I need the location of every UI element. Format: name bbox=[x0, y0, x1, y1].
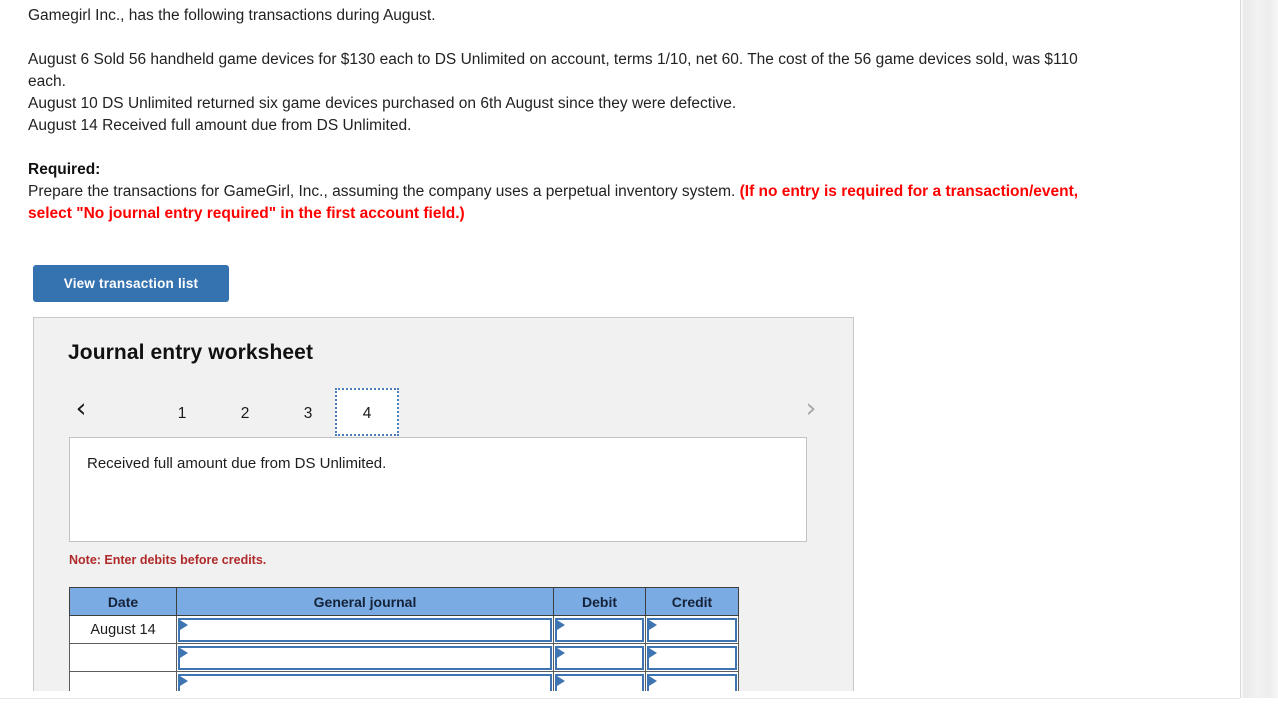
view-transaction-list-button[interactable]: View transaction list bbox=[33, 265, 229, 302]
required-paragraph: Prepare the transactions for GameGirl, I… bbox=[28, 181, 1098, 225]
worksheet-tab-1[interactable]: 1 bbox=[150, 388, 214, 436]
dropdown-marker-icon bbox=[649, 647, 657, 658]
worksheet-pager: ‹ 1 2 3 4 › bbox=[68, 386, 828, 436]
debit-input[interactable] bbox=[555, 645, 644, 670]
chevron-left-icon[interactable]: ‹ bbox=[68, 390, 94, 430]
credit-cell[interactable] bbox=[645, 643, 739, 672]
table-header: Date General journal Debit Credit bbox=[69, 587, 739, 616]
general-journal-input[interactable] bbox=[178, 645, 552, 670]
general-journal-input[interactable] bbox=[178, 617, 552, 642]
date-cell[interactable] bbox=[69, 671, 177, 691]
date-cell[interactable]: August 14 bbox=[69, 615, 177, 644]
debit-input[interactable] bbox=[555, 617, 644, 642]
transaction-line-3: August 14 Received full amount due from … bbox=[28, 117, 412, 134]
table-row bbox=[69, 671, 739, 691]
table-body: August 14 bbox=[69, 615, 739, 691]
dropdown-marker-icon bbox=[180, 619, 188, 630]
journal-entry-table: Date General journal Debit Credit August… bbox=[69, 587, 739, 691]
dropdown-marker-icon bbox=[557, 675, 565, 686]
debit-cell[interactable] bbox=[553, 643, 646, 672]
transaction-description-text: Received full amount due from DS Unlimit… bbox=[87, 455, 387, 472]
dropdown-marker-icon bbox=[180, 675, 188, 686]
worksheet-tab-4[interactable]: 4 bbox=[335, 388, 399, 436]
credit-cell[interactable] bbox=[645, 671, 739, 691]
page-bottom-divider bbox=[0, 698, 1240, 699]
required-text: Prepare the transactions for GameGirl, I… bbox=[28, 183, 740, 200]
debit-input[interactable] bbox=[555, 673, 644, 691]
transaction-description-box: Received full amount due from DS Unlimit… bbox=[69, 437, 807, 542]
general-journal-input[interactable] bbox=[178, 673, 552, 691]
credit-input[interactable] bbox=[647, 645, 737, 670]
problem-intro: Gamegirl Inc., has the following transac… bbox=[28, 7, 436, 24]
column-header-date: Date bbox=[69, 587, 177, 616]
table-row: August 14 bbox=[69, 615, 739, 644]
general-journal-cell[interactable] bbox=[176, 671, 554, 691]
date-cell[interactable] bbox=[69, 643, 177, 672]
app-root: Gamegirl Inc., has the following transac… bbox=[0, 0, 1278, 720]
required-label: Required: bbox=[28, 161, 101, 178]
chevron-right-icon[interactable]: › bbox=[798, 390, 824, 430]
worksheet-tab-2[interactable]: 2 bbox=[213, 388, 277, 436]
transaction-line-1: August 6 Sold 56 handheld game devices f… bbox=[28, 51, 1078, 90]
page-right-edge bbox=[1240, 0, 1278, 698]
dropdown-marker-icon bbox=[649, 619, 657, 630]
general-journal-cell[interactable] bbox=[176, 643, 554, 672]
table-header-row: Date General journal Debit Credit bbox=[69, 587, 739, 616]
general-journal-cell[interactable] bbox=[176, 615, 554, 644]
table-row bbox=[69, 643, 739, 672]
column-header-general-journal: General journal bbox=[176, 587, 554, 616]
dropdown-marker-icon bbox=[557, 619, 565, 630]
credit-cell[interactable] bbox=[645, 615, 739, 644]
credit-input[interactable] bbox=[647, 673, 737, 691]
content-viewport: Gamegirl Inc., has the following transac… bbox=[0, 0, 1240, 691]
worksheet-tab-3[interactable]: 3 bbox=[276, 388, 340, 436]
column-header-debit: Debit bbox=[553, 587, 646, 616]
journal-entry-worksheet-panel: Journal entry worksheet ‹ 1 2 3 4 › Rece… bbox=[33, 317, 854, 691]
debit-cell[interactable] bbox=[553, 615, 646, 644]
dropdown-marker-icon bbox=[180, 647, 188, 658]
problem-statement: Gamegirl Inc., has the following transac… bbox=[28, 5, 1098, 225]
transaction-line-2: August 10 DS Unlimited returned six game… bbox=[28, 95, 737, 112]
debit-cell[interactable] bbox=[553, 671, 646, 691]
column-header-credit: Credit bbox=[645, 587, 739, 616]
dropdown-marker-icon bbox=[557, 647, 565, 658]
dropdown-marker-icon bbox=[649, 675, 657, 686]
credit-input[interactable] bbox=[647, 617, 737, 642]
debits-before-credits-note: Note: Enter debits before credits. bbox=[69, 553, 267, 567]
page-title: Journal entry worksheet bbox=[68, 341, 314, 364]
